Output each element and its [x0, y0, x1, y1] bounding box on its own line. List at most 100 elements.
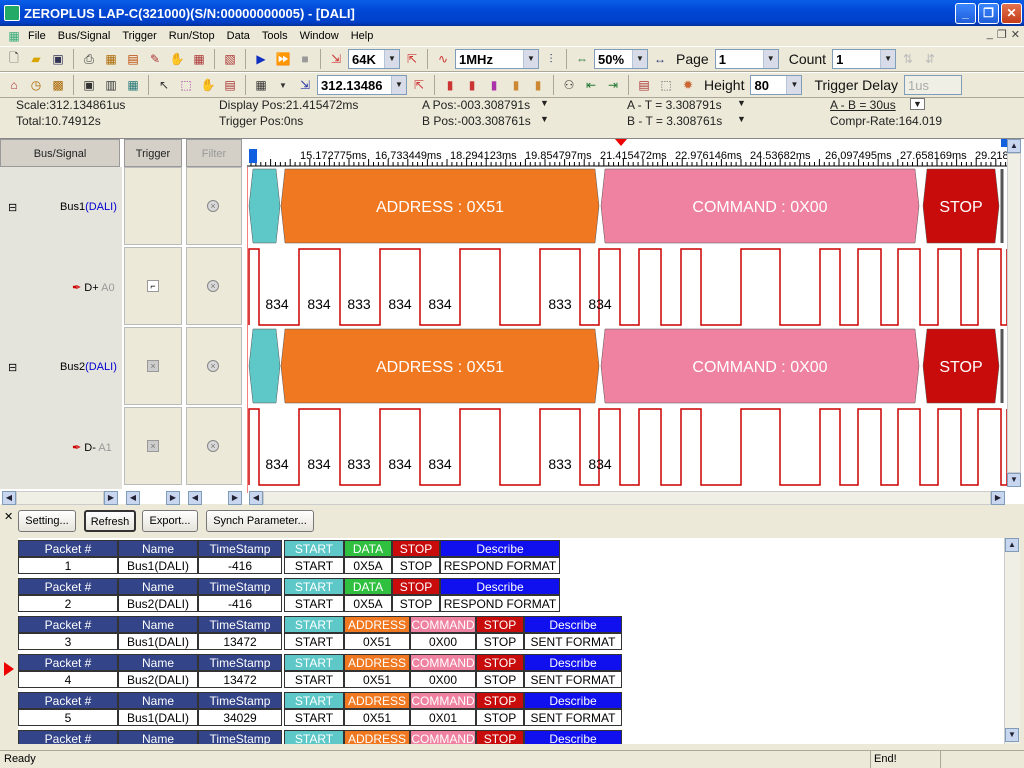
packet-vscroll[interactable]: ▲ ▼ — [1004, 538, 1020, 744]
menu-run-stop[interactable]: Run/Stop — [163, 30, 221, 42]
menu-tools[interactable]: Tools — [256, 30, 294, 42]
bar-c-icon[interactable]: ▮ — [484, 75, 504, 95]
scroll-down-icon[interactable]: ▼ — [1007, 473, 1021, 487]
scroll-right-icon[interactable]: ▶ — [228, 491, 242, 505]
packet-value-cell[interactable]: 1 — [18, 557, 118, 574]
binoculars-icon[interactable]: ⚇ — [559, 75, 579, 95]
expand-toggle-icon[interactable]: ⊟ — [8, 361, 17, 374]
packet-value-cell[interactable]: STOP — [392, 557, 440, 574]
keypad-icon[interactable]: ▦ — [251, 75, 271, 95]
close-button[interactable]: ✕ — [1001, 3, 1022, 24]
packet-value-cell[interactable]: START — [284, 557, 344, 574]
trigger-cell[interactable]: × — [124, 327, 182, 405]
filter-cell[interactable]: × — [186, 247, 242, 325]
search-next-icon[interactable]: ⇥ — [603, 75, 623, 95]
view2-icon[interactable]: ▥ — [101, 75, 121, 95]
synch-parameter-button[interactable]: Synch Parameter... — [206, 510, 314, 532]
packet-value-cell[interactable]: Bus1(DALI) — [118, 633, 198, 650]
pointer-icon[interactable]: ↖ — [154, 75, 174, 95]
new-file-icon[interactable]: 🗋 — [4, 49, 24, 69]
scroll-down-icon[interactable]: ▼ — [1005, 728, 1019, 742]
print-icon[interactable]: ⎙ — [79, 49, 99, 69]
packet-value-cell[interactable]: 0X00 — [410, 671, 476, 688]
a-t-dropdown-icon[interactable]: ▼ — [737, 98, 746, 108]
fit-zoom-icon[interactable]: ⇔ — [572, 49, 592, 69]
scroll-left-icon[interactable]: ◀ — [2, 491, 16, 505]
tree-hscroll[interactable] — [16, 491, 104, 505]
a-pos-dropdown-icon[interactable]: ▼ — [540, 98, 549, 108]
memory-select[interactable]: 64K ▼ — [348, 49, 400, 69]
bar-d-icon[interactable]: ▮ — [506, 75, 526, 95]
packet-value-cell[interactable]: 4 — [18, 671, 118, 688]
b-t-dropdown-icon[interactable]: ▼ — [737, 114, 746, 124]
mdi-minimize-icon[interactable]: _ — [987, 28, 993, 41]
menu-trigger[interactable]: Trigger — [116, 30, 162, 42]
bar-b-icon[interactable]: ▮ — [462, 75, 482, 95]
b-pos-dropdown-icon[interactable]: ▼ — [540, 114, 549, 124]
save-icon[interactable]: ▣ — [48, 49, 68, 69]
menu-file[interactable]: File — [22, 30, 52, 42]
menu-window[interactable]: Window — [294, 30, 345, 42]
menu-bus-signal[interactable]: Bus/Signal — [52, 30, 117, 42]
scroll-left-icon[interactable]: ◀ — [188, 491, 202, 505]
waveform-view[interactable]: 15.172775ms 16.733449ms 18.294123ms 19.8547… — [247, 139, 1007, 493]
signal-bus1[interactable]: Bus1(DALI) — [60, 201, 117, 213]
minimize-button[interactable]: _ — [955, 3, 976, 24]
trigger-cell[interactable]: × — [124, 407, 182, 485]
scroll-left-icon[interactable]: ◀ — [249, 491, 263, 505]
packet-value-cell[interactable]: STOP — [476, 633, 524, 650]
packet-value-cell[interactable]: 0X00 — [410, 633, 476, 650]
mdi-close-icon[interactable]: ✕ — [1011, 28, 1020, 41]
bar-e-icon[interactable]: ▮ — [528, 75, 548, 95]
packet-value-cell[interactable]: 34029 — [198, 709, 282, 726]
packet-value-cell[interactable]: 0X5A — [344, 557, 392, 574]
position-select[interactable]: 312.13486 ▼ — [317, 75, 407, 95]
hand-tool-icon[interactable]: ✋ — [167, 49, 187, 69]
scroll-up-icon[interactable]: ▲ — [1005, 538, 1019, 552]
packet-value-cell[interactable]: 0X51 — [344, 709, 410, 726]
trigger-cell[interactable]: ⌐ — [124, 247, 182, 325]
label-icon[interactable]: ▩ — [48, 75, 68, 95]
signal-bus2[interactable]: Bus2(DALI) — [60, 361, 117, 373]
packet-value-cell[interactable]: STOP — [392, 595, 440, 612]
packet-value-cell[interactable]: 2 — [18, 595, 118, 612]
measure-icon[interactable]: ▤ — [220, 75, 240, 95]
packet-value-cell[interactable]: 13472 — [198, 671, 282, 688]
packet-value-cell[interactable]: Bus1(DALI) — [118, 557, 198, 574]
scroll-right-icon[interactable]: ▶ — [991, 491, 1005, 505]
packet-value-cell[interactable]: START — [284, 633, 344, 650]
view3-icon[interactable]: ▦ — [123, 75, 143, 95]
clock-icon[interactable]: ◷ — [26, 75, 46, 95]
wave-edit-icon[interactable]: ✎ — [145, 49, 165, 69]
bus-signal-header[interactable]: Bus/Signal — [0, 139, 120, 167]
packet-value-cell[interactable]: STOP — [476, 709, 524, 726]
filter-cell[interactable]: × — [186, 167, 242, 245]
select-icon[interactable]: ⬚ — [176, 75, 196, 95]
trigger-delay-field[interactable]: 1us — [903, 75, 962, 95]
scroll-right-icon[interactable]: ▶ — [166, 491, 180, 505]
count-select[interactable]: 1 ▼ — [832, 49, 897, 69]
signal-d-minus[interactable]: ✒ D- A1 — [72, 441, 112, 454]
vertical-scrollbar[interactable] — [1007, 153, 1021, 473]
grid-icon[interactable]: ▦ — [189, 49, 209, 69]
trigger-cell[interactable] — [124, 167, 182, 245]
packet-value-cell[interactable]: 5 — [18, 709, 118, 726]
run-repeat-icon[interactable]: ⏩ — [273, 49, 293, 69]
height-select[interactable]: 80 ▼ — [750, 75, 803, 95]
view1-icon[interactable]: ▣ — [79, 75, 99, 95]
packet-value-cell[interactable]: SENT FORMAT — [524, 671, 622, 688]
packet-value-cell[interactable]: 3 — [18, 633, 118, 650]
expand-toggle-icon[interactable]: ⊟ — [8, 201, 17, 214]
stop-icon[interactable]: ■ — [295, 49, 315, 69]
a-b-dropdown-icon[interactable]: ▼ — [910, 98, 925, 110]
packet-value-cell[interactable]: 0X51 — [344, 633, 410, 650]
run-icon[interactable]: ▶ — [251, 49, 271, 69]
search-prev-icon[interactable]: ⇤ — [581, 75, 601, 95]
scroll-up-icon[interactable]: ▲ — [1007, 139, 1021, 153]
open-folder-icon[interactable]: ▰ — [26, 49, 46, 69]
setting-button[interactable]: Setting... — [18, 510, 76, 532]
packet-value-cell[interactable]: SENT FORMAT — [524, 633, 622, 650]
calculator-icon[interactable]: ▤ — [634, 75, 654, 95]
export-button[interactable]: Export... — [142, 510, 198, 532]
wave-hscroll[interactable] — [263, 491, 991, 505]
